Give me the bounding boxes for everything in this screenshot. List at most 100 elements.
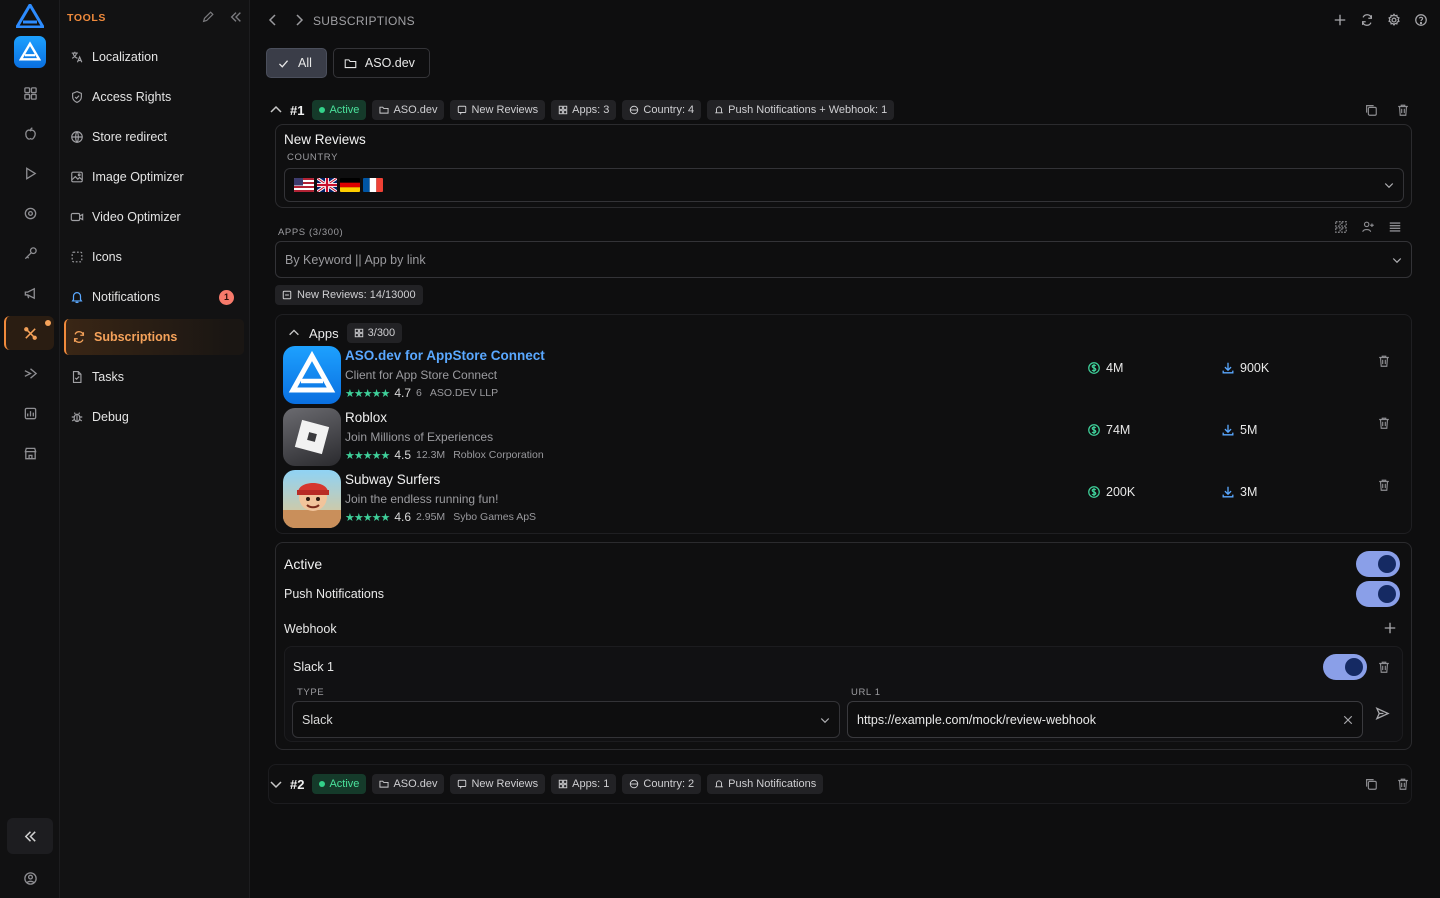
key-icon[interactable] [18, 241, 42, 265]
apps-search-select[interactable]: By Keyword || App by link [275, 241, 1412, 278]
sidebar-item-access-rights[interactable]: Access Rights [64, 79, 244, 115]
webhook-url-input[interactable]: https://example.com/mock/review-webhook [847, 701, 1363, 738]
gear-icon[interactable] [1387, 13, 1401, 27]
webhook-type-select[interactable]: Slack [292, 701, 840, 738]
double-chevron-left-icon [24, 830, 36, 842]
trash-icon[interactable] [1377, 660, 1391, 674]
sidebar-item-label: Image Optimizer [92, 170, 184, 184]
dollar-circle-icon [1088, 424, 1100, 436]
sidebar-item-store-redirect[interactable]: Store redirect [64, 119, 244, 155]
review-icon [282, 290, 292, 300]
rail-notification-dot [45, 320, 51, 326]
chevron-up-icon[interactable] [268, 102, 284, 118]
review-icon [458, 105, 467, 115]
sidebar-item-subscriptions[interactable]: Subscriptions [64, 319, 244, 355]
trash-icon[interactable] [1396, 777, 1410, 791]
plus-icon[interactable] [1333, 13, 1347, 27]
sidebar-item-notifications[interactable]: Notifications 1 [64, 279, 244, 315]
trash-icon[interactable] [1377, 416, 1391, 430]
sidebar-item-tasks[interactable]: Tasks [64, 359, 244, 395]
sync-icon[interactable] [1360, 13, 1374, 27]
chevron-down-icon [1384, 183, 1394, 189]
country-label: COUNTRY [287, 152, 338, 163]
help-icon[interactable] [1414, 13, 1428, 27]
bell-icon [715, 106, 724, 114]
push-label: Push Notifications [284, 587, 385, 601]
star-rating-icon: ★★★★★ [345, 449, 390, 462]
forward-chevron-icon[interactable] [293, 13, 305, 27]
sidebar-item-localization[interactable]: Localization [64, 39, 244, 75]
dollar-circle-icon [1088, 362, 1100, 374]
duplicate-icon[interactable] [1364, 103, 1378, 117]
send-icon[interactable] [18, 361, 42, 385]
check-icon [278, 59, 289, 68]
folder-icon [379, 780, 389, 788]
sidebar-item-debug[interactable]: Debug [64, 399, 244, 435]
app-rating: ★★★★★ 4.5 12.3M Roblox Corporation [345, 448, 544, 462]
app-switcher-icon[interactable] [14, 36, 46, 68]
app-name[interactable]: Roblox [345, 410, 387, 425]
webhook-card: Slack 1 TYPE Slack URL 1 https://example… [284, 646, 1403, 742]
back-chevron-icon[interactable] [267, 13, 279, 27]
send-test-icon[interactable] [1375, 706, 1390, 721]
trash-icon[interactable] [1377, 354, 1391, 368]
bell-icon [715, 780, 724, 788]
webhook-name: Slack 1 [293, 660, 334, 674]
store-icon[interactable] [18, 441, 42, 465]
collapse-sidebar-icon[interactable] [229, 10, 243, 24]
app-row[interactable]: Roblox Join Millions of Experiences ★★★★… [283, 408, 1409, 468]
app-name[interactable]: Subway Surfers [345, 472, 440, 487]
app-rating: ★★★★★ 4.7 6 ASO.DEV LLP [345, 386, 499, 400]
megaphone-icon[interactable] [18, 281, 42, 305]
brand-logo[interactable] [14, 2, 46, 29]
dashboard-icon[interactable] [18, 81, 42, 105]
trash-icon[interactable] [1396, 103, 1410, 117]
filter-all-button[interactable]: All [266, 48, 327, 78]
app-name-link[interactable]: ASO.dev for AppStore Connect [345, 348, 545, 363]
webhook-label: Webhook [284, 622, 337, 636]
tools-icon[interactable] [18, 321, 42, 345]
sidebar-item-label: Notifications [92, 290, 161, 304]
push-toggle[interactable] [1356, 581, 1400, 607]
pencil-icon[interactable] [201, 10, 215, 24]
filter-bar: All ASO.dev [266, 48, 430, 78]
filter-workspace-button[interactable]: ASO.dev [332, 48, 430, 78]
subscription-1-header[interactable]: #1 Active ASO.dev New Reviews Apps: 3 Co… [268, 96, 895, 124]
country-select[interactable] [284, 168, 1404, 202]
analytics-icon[interactable] [18, 401, 42, 425]
duplicate-icon[interactable] [1364, 777, 1378, 791]
icon-rail [0, 0, 60, 898]
list-icon[interactable] [1388, 220, 1402, 234]
subscription-2-header[interactable]: #2 Active ASO.dev New Reviews Apps: 1 Co… [268, 770, 824, 798]
active-toggle[interactable] [1356, 551, 1400, 577]
sidebar-item-video-optimizer[interactable]: Video Optimizer [64, 199, 244, 235]
trigger-pill: New Reviews [450, 774, 546, 794]
app-row[interactable]: Subway Surfers Join the endless running … [283, 470, 1409, 530]
bell-icon [71, 292, 83, 304]
apps-search-placeholder: By Keyword || App by link [285, 252, 426, 267]
sidebar-item-image-optimizer[interactable]: Image Optimizer [64, 159, 244, 195]
grid-add-icon[interactable] [1334, 220, 1348, 234]
flag-gb-icon [317, 178, 337, 192]
trash-icon[interactable] [1377, 478, 1391, 492]
account-icon[interactable] [18, 866, 42, 890]
chevron-down-icon[interactable] [268, 776, 284, 792]
clear-icon[interactable] [1342, 714, 1354, 726]
apps-count-pill: Apps: 1 [551, 774, 617, 794]
chevron-up-icon[interactable] [287, 326, 301, 340]
add-developer-icon[interactable] [1361, 220, 1375, 234]
collapse-rail-button[interactable] [7, 818, 53, 854]
apps-section-header[interactable]: Apps 3/300 [287, 323, 403, 343]
sidebar-item-icons[interactable]: Icons [64, 239, 244, 275]
webhook-toggle[interactable] [1323, 654, 1367, 680]
app-subtitle: Join the endless running fun! [345, 492, 499, 506]
sidebar-item-label: Subscriptions [94, 330, 178, 344]
app-row[interactable]: ASO.dev for AppStore Connect Client for … [283, 346, 1409, 406]
country-count-pill: Country: 4 [622, 100, 702, 120]
apple-icon[interactable] [18, 121, 42, 145]
play-store-icon[interactable] [18, 161, 42, 185]
target-icon[interactable] [18, 201, 42, 225]
refresh-icon [73, 331, 85, 343]
star-rating-icon: ★★★★★ [345, 511, 390, 524]
add-webhook-icon[interactable] [1383, 621, 1397, 635]
